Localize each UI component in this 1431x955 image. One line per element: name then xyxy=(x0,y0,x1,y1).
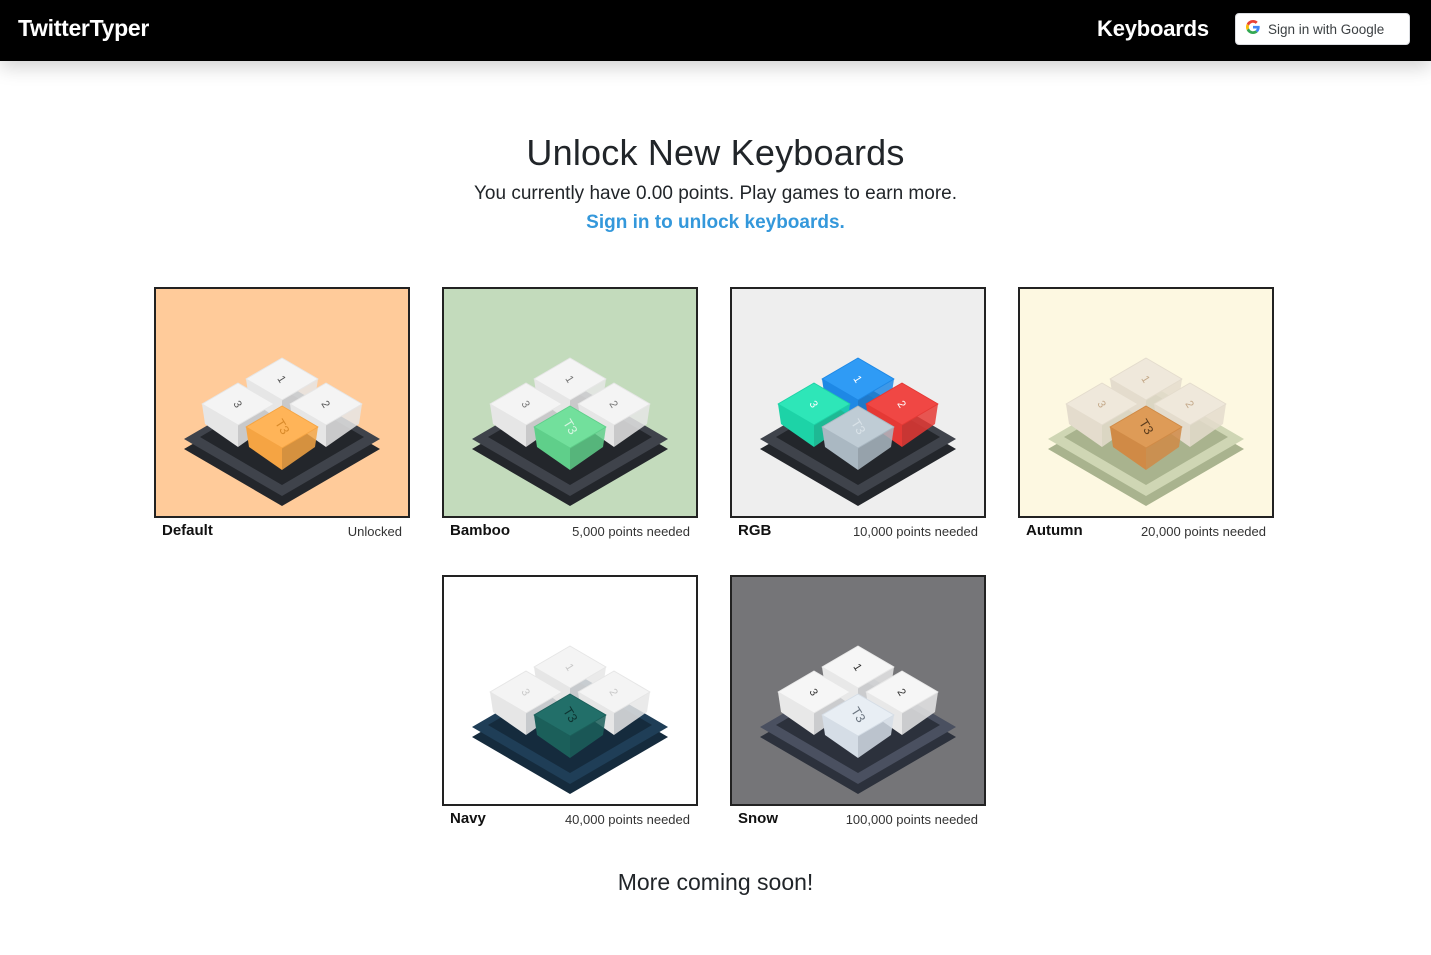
keyboard-card-default[interactable]: 1 3 2 T3 Default Unlocked xyxy=(154,287,410,544)
keyboard-status: 100,000 points needed xyxy=(845,812,978,827)
keyboard-illustration: 13 2T3 xyxy=(184,357,380,506)
keyboard-name: Default xyxy=(162,522,213,539)
keyboard-illustration: 13 2T3 xyxy=(760,645,956,794)
points-summary: You currently have 0.00 points. Play gam… xyxy=(473,183,957,204)
keyboard-status: 10,000 points needed xyxy=(852,524,978,539)
keyboard-name: Navy xyxy=(450,810,486,827)
keyboard-illustration: 13 2T3 xyxy=(1048,357,1244,506)
keyboard-card-rgb[interactable]: 1 3 2 T3 RGB 10,000 points needed xyxy=(730,287,986,544)
page-title: Unlock New Keyboards xyxy=(526,132,905,173)
keyboard-preview: 1 3 2 T3 xyxy=(730,287,986,518)
google-icon xyxy=(1246,19,1260,39)
more-coming-soon: More coming soon! xyxy=(617,869,814,895)
keyboard-card-bamboo[interactable]: 1 3 2 T3 Bamboo 5,000 points needed xyxy=(442,287,698,544)
keyboard-status: Unlocked xyxy=(347,524,402,539)
keyboard-illustration: 13 2T3 xyxy=(760,357,956,506)
keyboard-card-snow[interactable]: 1 3 2 T3 Snow 100,000 points needed xyxy=(730,575,986,832)
keyboard-preview: 1 3 2 T3 xyxy=(442,287,698,518)
keyboard-preview: 1 3 2 T3 xyxy=(442,575,698,806)
keyboard-preview: 1 3 2 T3 xyxy=(730,575,986,806)
keyboard-name: RGB xyxy=(738,522,772,539)
keyboard-status: 20,000 points needed xyxy=(1140,524,1266,539)
keyboard-name: Autumn xyxy=(1026,522,1083,539)
navbar: TwitterTyper Keyboards Sign in with Goog… xyxy=(0,0,1431,61)
keyboard-card-navy[interactable]: 1 3 2 T3 Navy 40,000 points needed xyxy=(442,575,698,832)
google-signin-button[interactable]: Sign in with Google xyxy=(1235,13,1410,45)
keyboard-preview: 1 3 2 T3 xyxy=(1018,287,1274,518)
keyboard-illustration: 13 2T3 xyxy=(472,645,668,794)
keyboard-preview: 1 3 2 T3 xyxy=(154,287,410,518)
nav-link-keyboards[interactable]: Keyboards xyxy=(1097,16,1209,42)
keyboard-name: Bamboo xyxy=(450,522,510,539)
keyboard-status: 5,000 points needed xyxy=(572,524,690,539)
keyboard-card-autumn[interactable]: 1 3 2 T3 Autumn 20,000 points needed xyxy=(1018,287,1274,544)
keyboard-status: 40,000 points needed xyxy=(564,812,690,827)
brand-logo[interactable]: TwitterTyper xyxy=(18,15,149,42)
signin-link[interactable]: Sign in to unlock keyboards. xyxy=(0,212,1431,234)
keyboard-name: Snow xyxy=(738,810,778,827)
google-signin-label: Sign in with Google xyxy=(1268,21,1385,37)
keyboard-illustration: 13 2T3 xyxy=(472,357,668,506)
